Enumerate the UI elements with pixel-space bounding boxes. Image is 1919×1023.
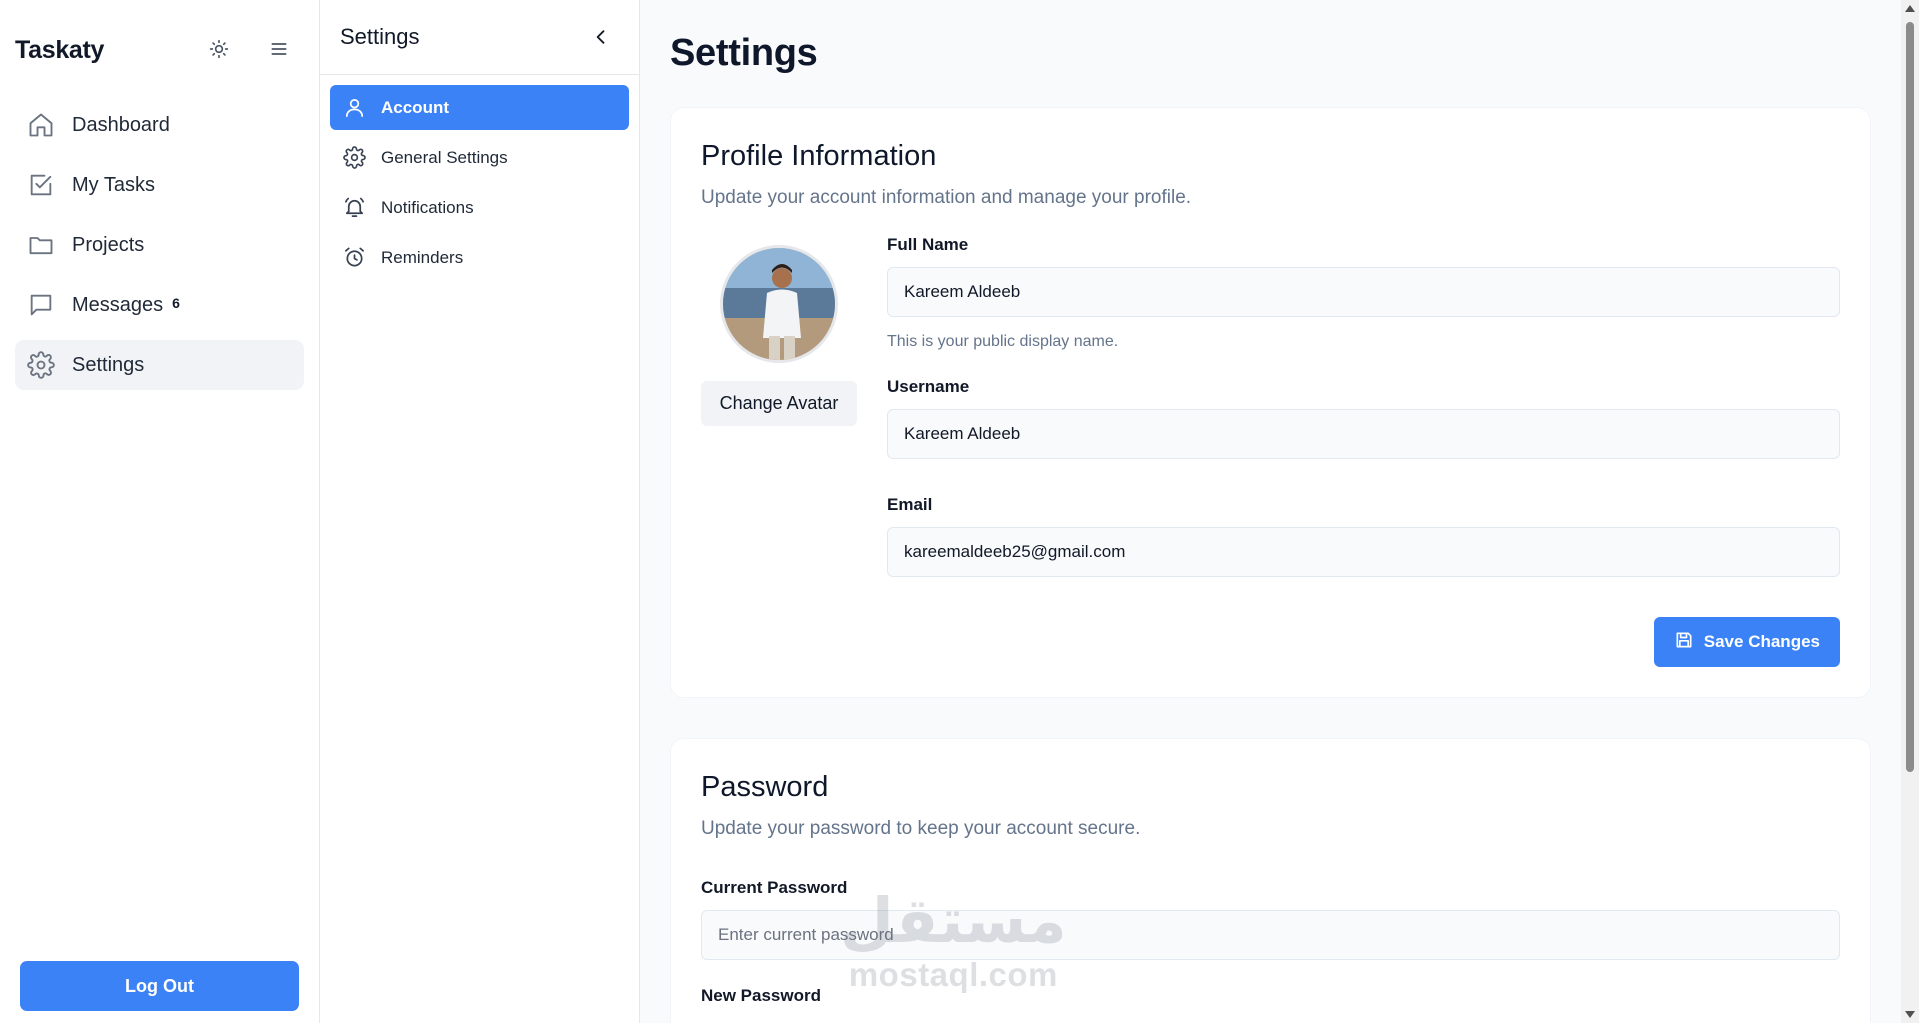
- subnav-title: Settings: [340, 24, 420, 49]
- password-card: Password Update your password to keep yo…: [670, 738, 1871, 1023]
- gear-icon: [26, 350, 56, 380]
- sidebar-item-label: Dashboard: [72, 113, 170, 136]
- full-name-input[interactable]: [887, 267, 1840, 317]
- message-count-badge: 6: [172, 295, 180, 311]
- scroll-down-arrow-icon[interactable]: [1905, 1011, 1915, 1018]
- subnav-item-reminders[interactable]: Reminders: [330, 235, 629, 280]
- avatar-column: Change Avatar: [701, 235, 887, 577]
- email-label: Email: [887, 495, 933, 514]
- alarm-clock-icon: [341, 245, 367, 271]
- scroll-up-arrow-icon[interactable]: [1905, 5, 1915, 12]
- message-icon: [26, 290, 56, 320]
- checkbox-icon: [26, 170, 56, 200]
- sidebar-item-label: Projects: [72, 233, 145, 256]
- page-title: Settings: [670, 32, 818, 74]
- profile-fields: Full Name This is your public display na…: [887, 235, 1840, 577]
- logout-button[interactable]: Log Out: [20, 961, 299, 1011]
- main-content: Settings Profile Information Update your…: [640, 0, 1919, 1023]
- password-card-title: Password: [701, 771, 829, 803]
- subnav-item-account[interactable]: Account: [330, 85, 629, 130]
- subnav-header: Settings: [320, 0, 639, 75]
- menu-hamburger-icon[interactable]: [266, 36, 292, 62]
- brand-row: Taskaty: [0, 0, 319, 100]
- subnav-item-notifications[interactable]: Notifications: [330, 185, 629, 230]
- new-password-label: New Password: [701, 986, 821, 1005]
- change-avatar-button[interactable]: Change Avatar: [701, 381, 857, 426]
- subnav-list: Account General Settings Notifications R…: [320, 75, 639, 280]
- sidebar-item-dashboard[interactable]: Dashboard: [15, 100, 304, 150]
- brand-logo: Taskaty: [15, 35, 105, 64]
- sidebar-item-settings[interactable]: Settings: [15, 340, 304, 390]
- chevron-left-icon[interactable]: [589, 25, 613, 49]
- username-label: Username: [887, 377, 970, 396]
- home-icon: [26, 110, 56, 140]
- email-input[interactable]: [887, 527, 1840, 577]
- sidebar-item-label: My Tasks: [72, 173, 155, 196]
- full-name-help-text: This is your public display name.: [887, 333, 1119, 350]
- page-scrollbar[interactable]: [1901, 0, 1919, 1023]
- full-name-label: Full Name: [887, 235, 969, 254]
- subnav-item-general-settings[interactable]: General Settings: [330, 135, 629, 180]
- settings-subnav: Settings Account General Settings Notifi…: [320, 0, 640, 1023]
- save-disk-icon: [1674, 630, 1694, 655]
- profile-card: Profile Information Update your account …: [670, 107, 1871, 698]
- save-changes-button[interactable]: Save Changes: [1653, 617, 1840, 667]
- theme-toggle-sun-icon[interactable]: [206, 36, 232, 62]
- sidebar-item-label: Messages: [72, 293, 164, 316]
- subnav-item-label: Account: [381, 97, 449, 117]
- folder-icon: [26, 230, 56, 260]
- username-input[interactable]: [887, 409, 1840, 459]
- main-sidebar: Taskaty Dashboard My Tasks Projects Mess…: [0, 0, 320, 1023]
- avatar: [720, 245, 838, 363]
- sidebar-item-messages[interactable]: Messages 6: [15, 280, 304, 330]
- subnav-item-label: Notifications: [381, 197, 474, 217]
- current-password-input[interactable]: [701, 910, 1840, 960]
- current-password-label: Current Password: [701, 878, 848, 897]
- password-card-subtitle: Update your password to keep your accoun…: [701, 818, 1141, 839]
- password-fields: Current Password New Password: [701, 878, 1840, 1006]
- save-changes-label: Save Changes: [1703, 632, 1820, 651]
- profile-card-title: Profile Information: [701, 140, 937, 172]
- user-icon: [341, 95, 367, 121]
- sidebar-item-my-tasks[interactable]: My Tasks: [15, 160, 304, 210]
- profile-body: Change Avatar Full Name This is your pub…: [701, 235, 1840, 577]
- app-root: Taskaty Dashboard My Tasks Projects Mess…: [0, 0, 1919, 1023]
- bell-icon: [341, 195, 367, 221]
- sidebar-item-projects[interactable]: Projects: [15, 220, 304, 270]
- gear-icon: [341, 145, 367, 171]
- subnav-item-label: Reminders: [381, 247, 464, 267]
- sidebar-item-label: Settings: [72, 353, 145, 376]
- profile-card-subtitle: Update your account information and mana…: [701, 187, 1192, 208]
- subnav-item-label: General Settings: [381, 147, 508, 167]
- main-nav: Dashboard My Tasks Projects Messages 6 S…: [0, 100, 319, 390]
- save-row: Save Changes: [701, 617, 1840, 667]
- scrollbar-thumb[interactable]: [1906, 22, 1914, 772]
